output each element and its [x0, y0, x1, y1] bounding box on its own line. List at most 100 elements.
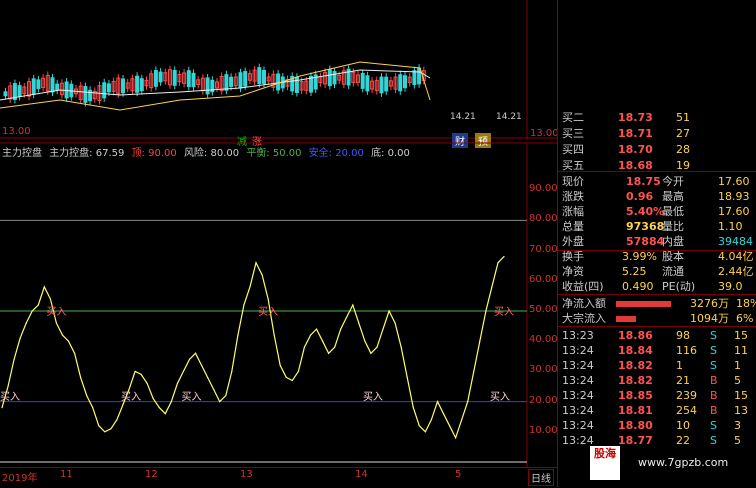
month-tab-11[interactable]: 11 [60, 469, 73, 480]
control-point [86, 394, 88, 397]
control-point [442, 413, 445, 415]
control-point [231, 370, 233, 372]
control-point [182, 370, 185, 372]
control-point [328, 352, 330, 354]
month-tab-14[interactable]: 14 [355, 469, 368, 480]
control-point [346, 316, 348, 318]
control-point [207, 376, 209, 379]
flow-row: 大宗流入 1094万 6% [558, 311, 756, 327]
control-point [98, 425, 100, 427]
stat-value-2: 17.60 [718, 205, 750, 218]
tick-row: 13:24 18.81 254 B 13 [558, 403, 756, 419]
control-point [406, 376, 408, 379]
tick-price: 18.82 [618, 359, 653, 372]
tick-count: 15 [734, 329, 748, 342]
control-point [43, 286, 45, 288]
control-point [122, 404, 124, 406]
control-point [303, 346, 306, 348]
indicator-chart[interactable] [0, 0, 557, 467]
control-point [170, 401, 172, 403]
indicator-axis-label: 90.00 [529, 183, 558, 195]
control-point [194, 352, 197, 354]
month-tab-5[interactable]: 5 [455, 469, 461, 480]
control-point [110, 428, 112, 430]
stat-label: 总量 [562, 220, 584, 233]
stat2-label-2: 股本 [662, 250, 684, 263]
control-point [13, 358, 15, 360]
stat2-value: 5.25 [622, 265, 647, 278]
indicator-axis-label: 30.00 [529, 364, 558, 376]
control-point [213, 388, 215, 391]
stat-row: 现价 18.75 今开 17.60 [558, 174, 756, 190]
control-point [152, 397, 154, 400]
bid-level-row: 买四 18.70 28 [558, 142, 756, 158]
stat-value: 0.96 [626, 190, 654, 203]
month-tab-12[interactable]: 12 [145, 469, 158, 480]
tick-time: 13:23 [562, 329, 594, 342]
year-tab[interactable]: 2019年 [2, 469, 37, 484]
tick-price: 18.81 [618, 404, 653, 417]
control-point [92, 407, 94, 409]
control-point [309, 334, 312, 336]
flow-percent: 18% [736, 297, 756, 310]
tick-price: 18.86 [618, 329, 653, 342]
control-point [249, 286, 251, 288]
control-point [418, 425, 420, 427]
control-point [479, 340, 481, 342]
tick-side: S [710, 344, 717, 357]
bottom-date-bar[interactable]: 2019年 11 12 13 14 5 日线 [0, 467, 557, 488]
stat-label-2: 量比 [662, 220, 684, 233]
control-point [291, 379, 293, 382]
bid-volume: 51 [676, 111, 690, 124]
tick-side: S [710, 419, 717, 432]
control-point [164, 413, 166, 415]
month-tab-13[interactable]: 13 [240, 469, 253, 480]
stat-label: 涨幅 [562, 205, 584, 218]
chart-area[interactable]: 13.00 14.21 14.21 13.00 减 涨 财 预 主力控盘 主力控… [0, 0, 559, 488]
control-point [455, 437, 457, 439]
tick-time: 13:24 [562, 419, 594, 432]
tick-side: S [710, 359, 717, 372]
flow-bar [616, 301, 671, 307]
control-point [334, 346, 336, 348]
flow-value: 3276万 [690, 297, 729, 310]
flow-value: 1094万 [690, 312, 729, 325]
control-point [400, 346, 402, 348]
stat-label: 现价 [562, 175, 584, 188]
control-point [49, 298, 51, 300]
control-point [176, 382, 178, 385]
control-point [19, 337, 21, 339]
stat-row: 涨跌 0.96 最高 18.93 [558, 189, 756, 205]
period-tab-daily[interactable]: 日线 [528, 469, 554, 486]
control-point [273, 334, 275, 336]
control-point [267, 298, 269, 300]
bid-level-row: 买二 18.73 51 [558, 110, 756, 126]
tick-count: 15 [734, 389, 748, 402]
tick-time: 13:24 [562, 434, 594, 447]
tick-count: 13 [734, 404, 748, 417]
control-point [31, 310, 33, 312]
buy-signal-label: 买入 [489, 391, 510, 403]
control-point [55, 322, 58, 324]
stat-label-2: 内盘 [662, 235, 684, 248]
tick-volume: 116 [676, 344, 697, 357]
tick-price: 18.84 [618, 344, 653, 357]
tick-row: 13:24 18.84 116 S 11 [558, 343, 756, 359]
buy-signal-label: 买入 [362, 391, 383, 403]
stat-row: 外盘 57884 内盘 39484 [558, 234, 756, 250]
tick-side: S [710, 329, 717, 342]
control-point [158, 407, 160, 409]
watermark-url: www.7gpzb.com [638, 456, 729, 469]
bid-volume: 28 [676, 143, 690, 156]
indicator-axis-label: 40.00 [529, 334, 558, 346]
control-point [73, 352, 76, 354]
tick-price: 18.82 [618, 374, 653, 387]
stat-value: 97368 [626, 220, 665, 233]
control-point [473, 370, 475, 372]
control-point [1, 407, 3, 409]
tick-time: 13:24 [562, 344, 594, 357]
control-point [243, 304, 245, 306]
control-point [297, 370, 299, 372]
buy-signal-label: 买入 [121, 391, 141, 403]
bid-level-row: 买三 18.71 27 [558, 126, 756, 142]
